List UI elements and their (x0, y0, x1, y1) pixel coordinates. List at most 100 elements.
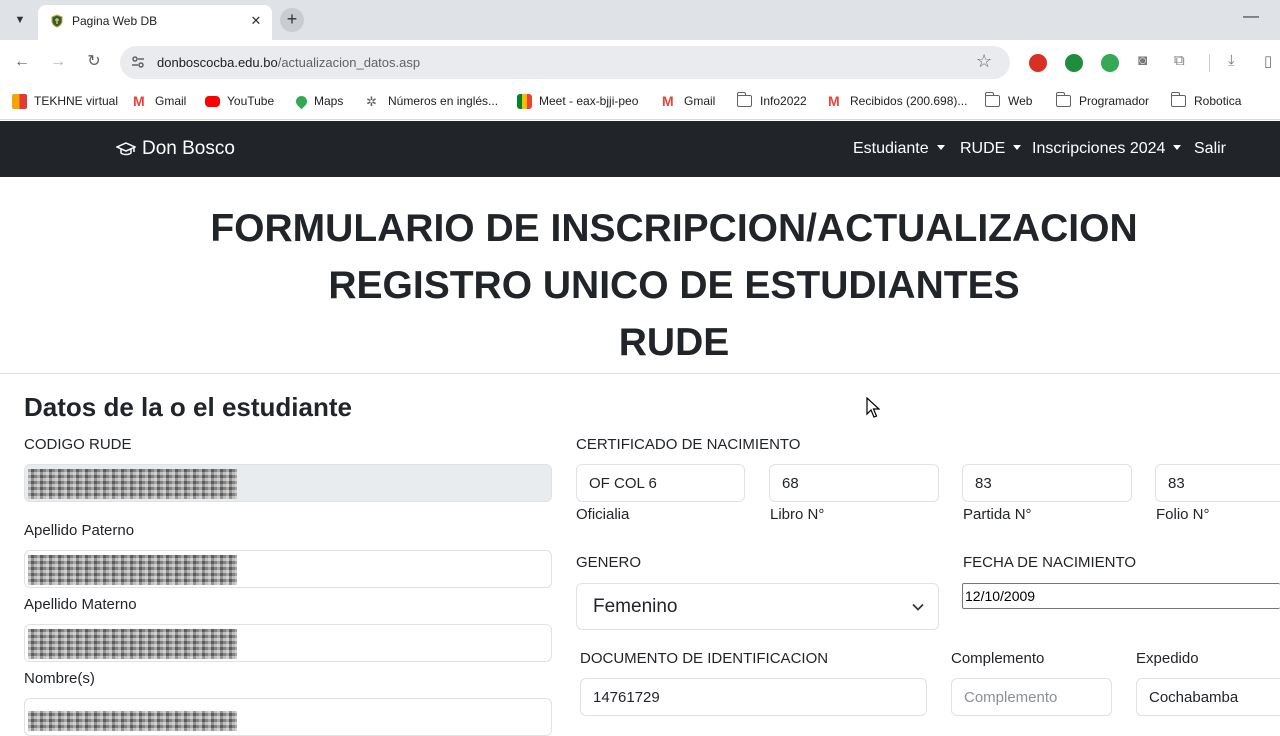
certificado-label: CERTIFICADO DE NACIMIENTO (576, 436, 801, 453)
bookmark-item[interactable]: Maps (293, 92, 343, 110)
forward-arrow-icon[interactable]: → (46, 50, 70, 74)
apellido-paterno-input[interactable] (24, 550, 552, 588)
address-bar[interactable]: donboscocba.edu.bo/actualizacion_datos.a… (120, 46, 1010, 79)
bookmark-item[interactable]: M Recibidos (200.698)... (828, 92, 967, 110)
bookmark-item[interactable]: TEKHNE virtual (12, 92, 118, 110)
section-title: Datos de la o el estudiante (24, 392, 352, 422)
bookmark-item[interactable]: M Gmail (133, 92, 186, 110)
back-arrow-icon[interactable]: ← (10, 50, 34, 74)
download-icon[interactable]: ⤓ (1228, 52, 1235, 69)
expedido-select[interactable]: Cochabamba (1136, 678, 1280, 716)
oficialia-input[interactable]: OF COL 6 (576, 464, 745, 502)
fecha-nacimiento-label: FECHA DE NACIMIENTO (963, 554, 1137, 571)
partida-label: Partida N° (963, 506, 1032, 523)
extension-check-icon[interactable] (1101, 54, 1119, 72)
documento-input[interactable]: 14761729 (580, 678, 927, 716)
bookmark-item[interactable]: M Gmail (662, 92, 715, 110)
partida-input[interactable]: 83 (962, 464, 1132, 502)
redacted-value (28, 469, 237, 499)
nombres-input[interactable] (24, 698, 552, 736)
bookmark-star-icon[interactable]: ☆ (976, 51, 992, 72)
folio-label: Folio N° (1156, 506, 1210, 523)
url-text: donboscocba.edu.bo/actualizacion_datos.a… (157, 55, 420, 70)
header-title-line2: REGISTRO UNICO DE ESTUDIANTES (328, 264, 1020, 307)
toolbar-divider (1209, 54, 1210, 72)
url-path: /actualizacion_datos.asp (277, 55, 421, 70)
caret-down-icon (1013, 145, 1022, 150)
nav-salir-link[interactable]: Salir (1194, 140, 1226, 158)
tab-search-chevron-icon[interactable]: ▼ (10, 10, 30, 30)
nombres-label: Nombre(s) (24, 670, 95, 687)
genero-label: GENERO (576, 554, 642, 571)
folder-icon (984, 92, 1000, 107)
folder-icon (1170, 92, 1186, 107)
bookmark-item[interactable]: Meet - eax-bjji-peo (517, 92, 638, 110)
bookmark-folder[interactable]: Info2022 (736, 92, 807, 110)
header-title-line1: FORMULARIO DE INSCRIPCION/ACTUALIZACION (210, 207, 1138, 250)
redacted-value (28, 711, 237, 731)
form-header: FORMULARIO DE INSCRIPCION/ACTUALIZACION … (0, 177, 1280, 374)
apellido-materno-input[interactable] (24, 624, 552, 662)
caret-down-icon (1173, 145, 1182, 150)
fecha-nacimiento-input[interactable]: 12/10/2009 (962, 583, 1280, 609)
caret-down-icon (936, 145, 945, 150)
youtube-icon (205, 95, 220, 107)
gmail-icon: M (133, 92, 145, 109)
expedido-label: Expedido (1136, 650, 1199, 667)
genero-selected-value: Femenino (593, 596, 678, 617)
extension-red-icon[interactable] (1029, 54, 1047, 72)
libro-label: Libro N° (770, 506, 825, 523)
nav-inscripciones-dropdown[interactable]: Inscripciones 2024 (1032, 140, 1182, 158)
apellido-paterno-label: Apellido Paterno (24, 522, 135, 539)
browser-tab[interactable]: Pagina Web DB ✕ (38, 5, 272, 40)
extensions-puzzle-icon[interactable]: ⧉ (1174, 52, 1185, 69)
nav-rude-dropdown[interactable]: RUDE (960, 140, 1022, 158)
meet-icon (517, 93, 532, 109)
graduation-cap-icon (116, 142, 136, 156)
tekhne-icon (12, 93, 27, 109)
brand-name: Don Bosco (142, 138, 235, 159)
new-tab-button[interactable]: + (280, 8, 304, 32)
site-settings-icon[interactable] (130, 54, 146, 70)
puzzle-icon: ✲ (366, 93, 377, 109)
maps-icon (293, 93, 310, 109)
documento-label: DOCUMENTO DE IDENTIFICACION (580, 650, 829, 667)
header-title-line3: RUDE (618, 321, 730, 364)
gmail-icon: M (662, 92, 674, 109)
browser-toolbar: ← → ↻ donboscocba.edu.bo/actualizacion_d… (0, 40, 1280, 84)
libro-input[interactable]: 68 (769, 464, 939, 502)
chevron-down-icon (912, 603, 924, 611)
minimize-window-icon[interactable]: — (1240, 8, 1262, 30)
site-navbar: Don Bosco Estudiante RUDE Inscripciones … (0, 121, 1280, 177)
browser-tab-strip: ▼ Pagina Web DB ✕ + — (0, 0, 1280, 40)
bookmark-folder[interactable]: Web (984, 92, 1032, 110)
gmail-icon: M (828, 92, 840, 109)
apellido-materno-label: Apellido Materno (24, 596, 137, 613)
close-tab-icon[interactable]: ✕ (246, 11, 266, 31)
complemento-label: Complemento (951, 650, 1045, 667)
oficialia-label: Oficialia (576, 506, 630, 523)
school-shield-icon (51, 14, 63, 28)
redacted-value (28, 629, 237, 659)
bookmark-item[interactable]: YouTube (205, 92, 274, 110)
bookmark-folder[interactable]: Robotica (1170, 92, 1241, 110)
bookmarks-bar: TEKHNE virtual M Gmail YouTube Maps ✲ Núme… (0, 84, 1280, 120)
redacted-value (28, 555, 237, 585)
camera-icon[interactable]: ◙ (1138, 52, 1147, 69)
folio-input[interactable]: 83 (1155, 464, 1280, 502)
bookmark-folder[interactable]: Programador (1055, 92, 1149, 110)
url-domain: donboscocba.edu.bo (157, 55, 278, 70)
complemento-input[interactable]: Complemento (951, 678, 1112, 716)
folder-icon (736, 92, 752, 107)
genero-select[interactable]: Femenino (576, 583, 939, 630)
extension-green-icon[interactable] (1065, 54, 1083, 72)
side-panel-icon[interactable]: ▯ (1264, 52, 1272, 70)
codigo-rude-input (24, 464, 552, 502)
brand-link[interactable]: Don Bosco (116, 138, 235, 160)
reload-icon[interactable]: ↻ (82, 50, 106, 74)
mouse-pointer-icon (866, 397, 880, 418)
bookmark-item[interactable]: ✲ Números en inglés... (366, 92, 498, 110)
folder-icon (1055, 92, 1071, 107)
tab-title: Pagina Web DB (72, 14, 158, 28)
nav-estudiante-dropdown[interactable]: Estudiante (853, 140, 945, 158)
